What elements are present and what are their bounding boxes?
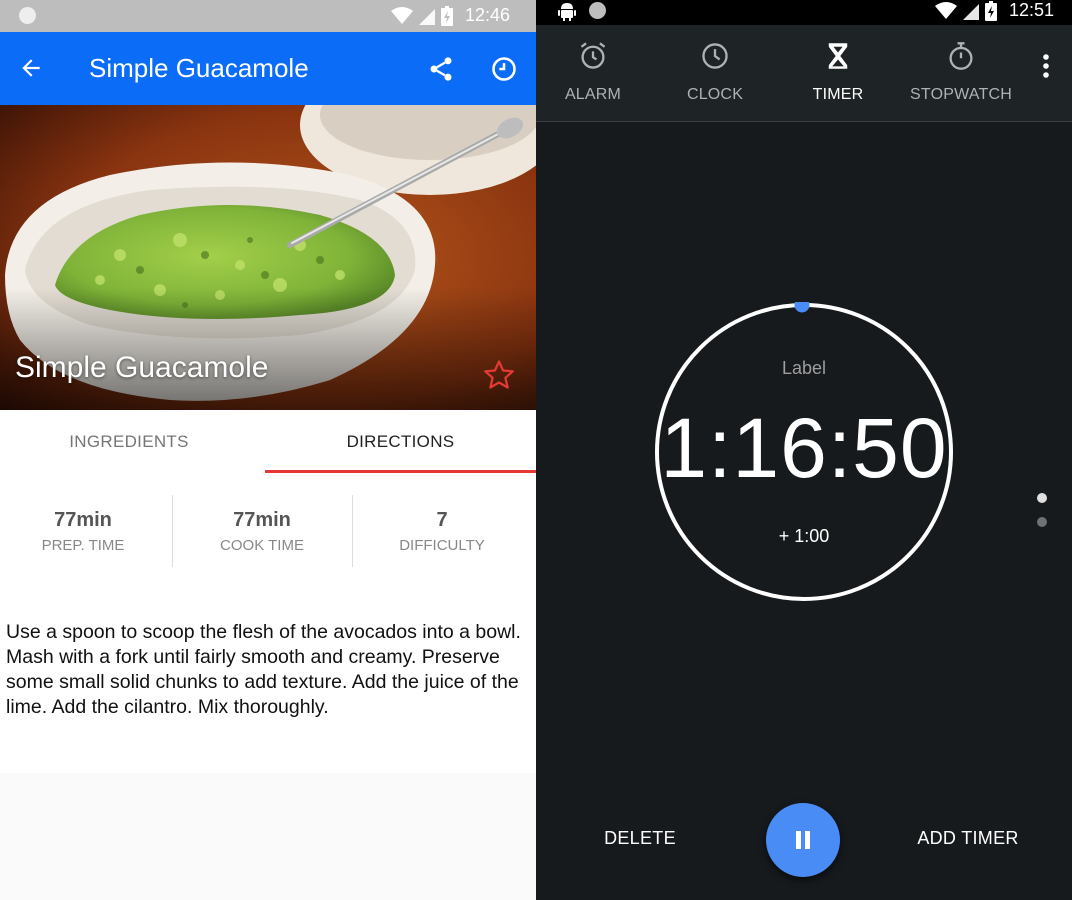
stat-cook-time: 77min COOK TIME (172, 495, 352, 567)
stat-difficulty: 7 DIFFICULTY (352, 495, 532, 567)
battery-charging-icon (984, 0, 997, 21)
tab-stopwatch[interactable]: STOPWATCH (900, 25, 1022, 122)
battery-charging-icon (440, 5, 453, 26)
page-title: Simple Guacamole (89, 53, 309, 83)
clock-tab-bar: ALARM CLOCK TIMER STOPWATCH (536, 25, 1072, 122)
status-time: 12:46 (464, 5, 510, 25)
arrow-back-icon[interactable] (18, 55, 44, 81)
status-time: 12:51 (1008, 0, 1054, 20)
pause-button[interactable] (766, 803, 840, 877)
timer-screen: 12:51 ALARM CLOCK TIMER STOPWATCH Label … (536, 0, 1072, 900)
wifi-icon (390, 6, 413, 24)
add-minute-button[interactable]: + 1:00 (754, 526, 854, 547)
stat-value: 77min (233, 509, 291, 531)
status-bar: 12:46 (0, 0, 536, 32)
stat-value: 77min (54, 509, 112, 531)
notification-dot-icon (589, 2, 606, 19)
stat-label: DIFFICULTY (399, 537, 485, 554)
add-timer-button[interactable]: ADD TIMER (908, 828, 1028, 849)
tab-directions[interactable]: DIRECTIONS (265, 410, 536, 473)
tab-label: TIMER (812, 86, 864, 103)
recipe-content: 77min PREP. TIME 77min COOK TIME 7 DIFFI… (0, 473, 536, 773)
page-dot-active (1037, 493, 1047, 503)
app-bar: Simple Guacamole (0, 32, 536, 105)
tab-label: ALARM (564, 86, 622, 103)
tab-label: CLOCK (686, 86, 744, 103)
hourglass-icon (828, 43, 848, 69)
tab-ingredients[interactable]: INGREDIENTS (0, 410, 263, 473)
page-dot (1037, 517, 1047, 527)
status-bar: 12:51 (536, 0, 1072, 25)
android-icon (558, 3, 576, 21)
directions-text: Use a spoon to scoop the flesh of the av… (6, 621, 521, 718)
timer-pager (1036, 490, 1048, 530)
recipe-tabs: INGREDIENTS DIRECTIONS (0, 410, 536, 473)
wifi-icon (934, 1, 957, 19)
notification-dot-icon (19, 7, 36, 24)
timer-label[interactable]: Label (754, 358, 854, 379)
delete-button[interactable]: DELETE (590, 828, 690, 849)
recipe-screen: 12:46 Simple Guacamole Simple Guacamole … (0, 0, 536, 900)
star-outline-icon[interactable] (481, 358, 517, 392)
signal-icon (962, 3, 979, 20)
signal-icon (418, 8, 435, 25)
pause-icon (796, 831, 810, 849)
tab-alarm[interactable]: ALARM (536, 25, 654, 122)
recipe-hero-image: Simple Guacamole (0, 105, 536, 410)
clock-icon[interactable] (490, 55, 518, 83)
clock-icon (702, 43, 728, 69)
stat-value: 7 (436, 509, 448, 531)
recipe-title: Simple Guacamole (15, 351, 269, 384)
progress-dot[interactable] (794, 302, 810, 313)
share-icon[interactable] (427, 55, 455, 83)
stat-label: COOK TIME (220, 537, 304, 554)
more-vert-icon[interactable] (1036, 51, 1056, 81)
tab-label: STOPWATCH (910, 86, 1012, 103)
stat-prep-time: 77min PREP. TIME (0, 495, 173, 567)
stopwatch-icon (949, 42, 973, 70)
tab-timer[interactable]: TIMER (777, 25, 899, 122)
alarm-icon (580, 42, 606, 69)
status-icons: 12:46 (390, 5, 510, 26)
status-icons: 12:51 (934, 0, 1054, 21)
stat-label: PREP. TIME (41, 537, 125, 554)
tab-clock[interactable]: CLOCK (654, 25, 776, 122)
timer-time: 1:16:50 (660, 401, 948, 495)
